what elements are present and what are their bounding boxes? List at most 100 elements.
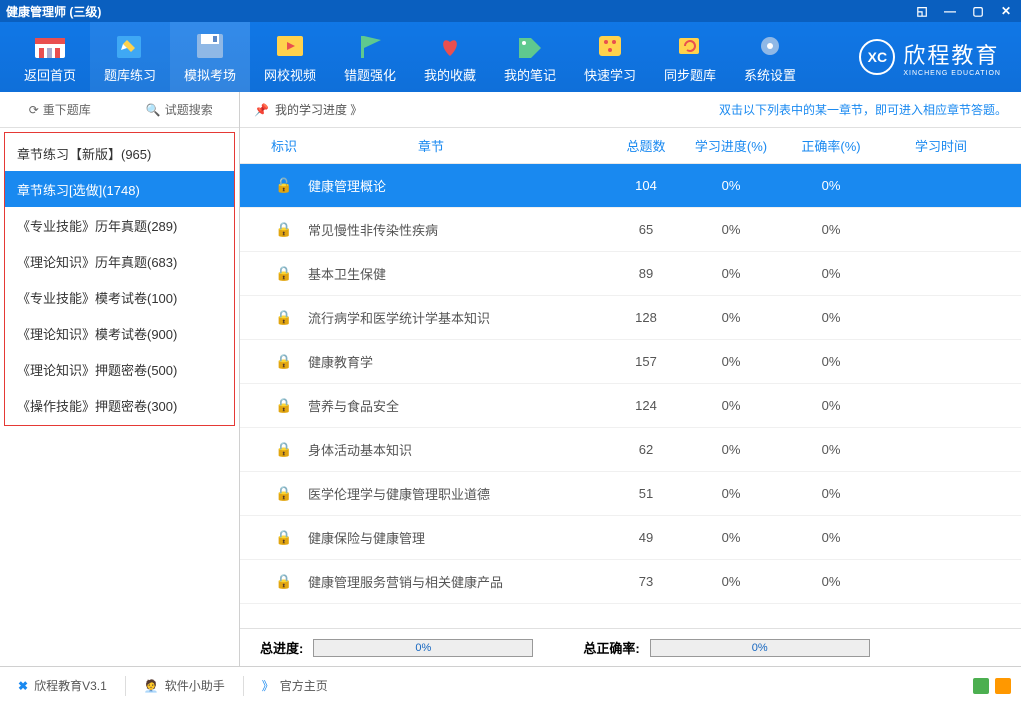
- tool-label: 错题强化: [344, 65, 396, 84]
- progress-value: 0%: [681, 574, 781, 589]
- table-row[interactable]: 🔒身体活动基本知识620%0%: [240, 428, 1021, 472]
- stats-icon[interactable]: [973, 678, 989, 694]
- accuracy-value: 0%: [781, 266, 881, 281]
- accuracy-value: 0%: [781, 354, 881, 369]
- brand-logo-icon: XC: [859, 39, 895, 75]
- close-button[interactable]: ✕: [997, 4, 1015, 18]
- app-badge[interactable]: ✖ 欣程教育V3.1: [10, 677, 115, 694]
- progress-value: 0%: [681, 398, 781, 413]
- table-row[interactable]: 🔒营养与食品安全1240%0%: [240, 384, 1021, 428]
- total-accuracy-value: 0%: [752, 642, 768, 654]
- helper-icon: 🧑‍💼: [144, 679, 159, 693]
- app-version: 欣程教育V3.1: [34, 677, 107, 694]
- col-time: 学习时间: [881, 136, 1001, 155]
- total-count: 51: [611, 486, 681, 501]
- pin-icon: 📌: [254, 103, 269, 117]
- tool-favorites[interactable]: 我的收藏: [410, 22, 490, 92]
- heart-icon: [432, 31, 468, 61]
- progress-value: 0%: [681, 266, 781, 281]
- table-row[interactable]: 🔒医学伦理学与健康管理职业道德510%0%: [240, 472, 1021, 516]
- sync-icon: [672, 31, 708, 61]
- maximize-button[interactable]: ▢: [969, 4, 987, 18]
- sidebar-item[interactable]: 《理论知识》历年真题(683): [5, 243, 234, 279]
- table-row[interactable]: 🔒健康保险与健康管理490%0%: [240, 516, 1021, 560]
- chapter-title: 健康管理服务营销与相关健康产品: [308, 572, 611, 591]
- progress-value: 0%: [681, 486, 781, 501]
- sidebar-item[interactable]: 章节练习[选做](1748): [5, 171, 234, 207]
- status-right-icons: [973, 678, 1011, 694]
- window-title: 健康管理师 (三级): [6, 3, 913, 20]
- total-count: 104: [611, 178, 681, 193]
- accuracy-value: 0%: [781, 574, 881, 589]
- flag-icon: [352, 31, 388, 61]
- sidebar-item[interactable]: 《专业技能》模考试卷(100): [5, 279, 234, 315]
- helper-link[interactable]: 🧑‍💼 软件小助手: [136, 677, 233, 694]
- chapter-title: 健康管理概论: [308, 176, 611, 195]
- refresh-btn[interactable]: ⟳重下题库: [0, 101, 120, 118]
- brand-name: 欣程教育: [903, 38, 1001, 70]
- sidebar-item[interactable]: 《理论知识》押题密卷(500): [5, 351, 234, 387]
- dice-icon: [592, 31, 628, 61]
- hint-text: 双击以下列表中的某一章节，即可进入相应章节答题。: [719, 101, 1007, 118]
- brand-sub: XINCHENG EDUCATION: [903, 70, 1001, 77]
- main-panel: 📌 我的学习进度 》 双击以下列表中的某一章节，即可进入相应章节答题。 标识 章…: [240, 92, 1021, 666]
- lock-icon: 🔒: [260, 265, 308, 282]
- restore-alt-button[interactable]: ◱: [913, 4, 931, 18]
- chapter-title: 常见慢性非传染性疾病: [308, 220, 611, 239]
- table-row[interactable]: 🔒基本卫生保健890%0%: [240, 252, 1021, 296]
- sidebar-item[interactable]: 《理论知识》模考试卷(900): [5, 315, 234, 351]
- search-label: 试题搜索: [165, 101, 213, 118]
- accuracy-value: 0%: [781, 442, 881, 457]
- tool-mistakes[interactable]: 错题强化: [330, 22, 410, 92]
- chapter-title: 健康保险与健康管理: [308, 528, 611, 547]
- window-buttons: ◱ — ▢ ✕: [913, 4, 1015, 18]
- total-progress-bar: 0%: [313, 639, 533, 657]
- sidebar-item[interactable]: 《操作技能》押题密卷(300): [5, 387, 234, 423]
- table-row[interactable]: 🔒流行病学和医学统计学基本知识1280%0%: [240, 296, 1021, 340]
- tool-label: 网校视频: [264, 65, 316, 84]
- tag-icon: [512, 31, 548, 61]
- lock-icon: 🔒: [260, 397, 308, 414]
- tool-settings[interactable]: 系统设置: [730, 22, 810, 92]
- minimize-button[interactable]: —: [941, 4, 959, 18]
- tool-label: 系统设置: [744, 65, 796, 84]
- col-flag: 标识: [260, 136, 308, 155]
- sidebar-item[interactable]: 章节练习【新版】(965): [5, 135, 234, 171]
- status-bar: ✖ 欣程教育V3.1 🧑‍💼 软件小助手 》 官方主页: [0, 666, 1021, 704]
- tool-notes[interactable]: 我的笔记: [490, 22, 570, 92]
- accuracy-value: 0%: [781, 178, 881, 193]
- tool-home[interactable]: 返回首页: [10, 22, 90, 92]
- tool-label: 同步题库: [664, 65, 716, 84]
- accuracy-value: 0%: [781, 222, 881, 237]
- table-row[interactable]: 🔒健康教育学1570%0%: [240, 340, 1021, 384]
- table-row[interactable]: 🔒常见慢性非传染性疾病650%0%: [240, 208, 1021, 252]
- helper-label: 软件小助手: [165, 677, 225, 694]
- sidebar-item[interactable]: 《专业技能》历年真题(289): [5, 207, 234, 243]
- total-count: 157: [611, 354, 681, 369]
- chat-icon[interactable]: [995, 678, 1011, 694]
- summary-bar: 总进度: 0% 总正确率: 0%: [240, 628, 1021, 666]
- total-accuracy-bar: 0%: [650, 639, 870, 657]
- search-btn[interactable]: 🔍试题搜索: [120, 101, 240, 118]
- progress-link[interactable]: 📌 我的学习进度 》: [254, 101, 362, 118]
- tool-video[interactable]: 网校视频: [250, 22, 330, 92]
- tool-sync[interactable]: 同步题库: [650, 22, 730, 92]
- chapter-title: 身体活动基本知识: [308, 440, 611, 459]
- tool-exam[interactable]: 模拟考场: [170, 22, 250, 92]
- total-count: 89: [611, 266, 681, 281]
- homepage-link[interactable]: 》 官方主页: [254, 677, 336, 694]
- table-row[interactable]: 🔓健康管理概论1040%0%: [240, 164, 1021, 208]
- tool-quick[interactable]: 快速学习: [570, 22, 650, 92]
- tool-practice[interactable]: 题库练习: [90, 22, 170, 92]
- tool-label: 我的收藏: [424, 65, 476, 84]
- col-accuracy: 正确率(%): [781, 136, 881, 155]
- col-progress: 学习进度(%): [681, 136, 781, 155]
- pencil-icon: [112, 31, 148, 61]
- lock-icon: 🔒: [260, 573, 308, 590]
- save-icon: [192, 31, 228, 61]
- lock-icon: 🔒: [260, 485, 308, 502]
- accuracy-value: 0%: [781, 486, 881, 501]
- table-row[interactable]: 🔒健康管理服务营销与相关健康产品730%0%: [240, 560, 1021, 604]
- progress-value: 0%: [681, 354, 781, 369]
- total-count: 128: [611, 310, 681, 325]
